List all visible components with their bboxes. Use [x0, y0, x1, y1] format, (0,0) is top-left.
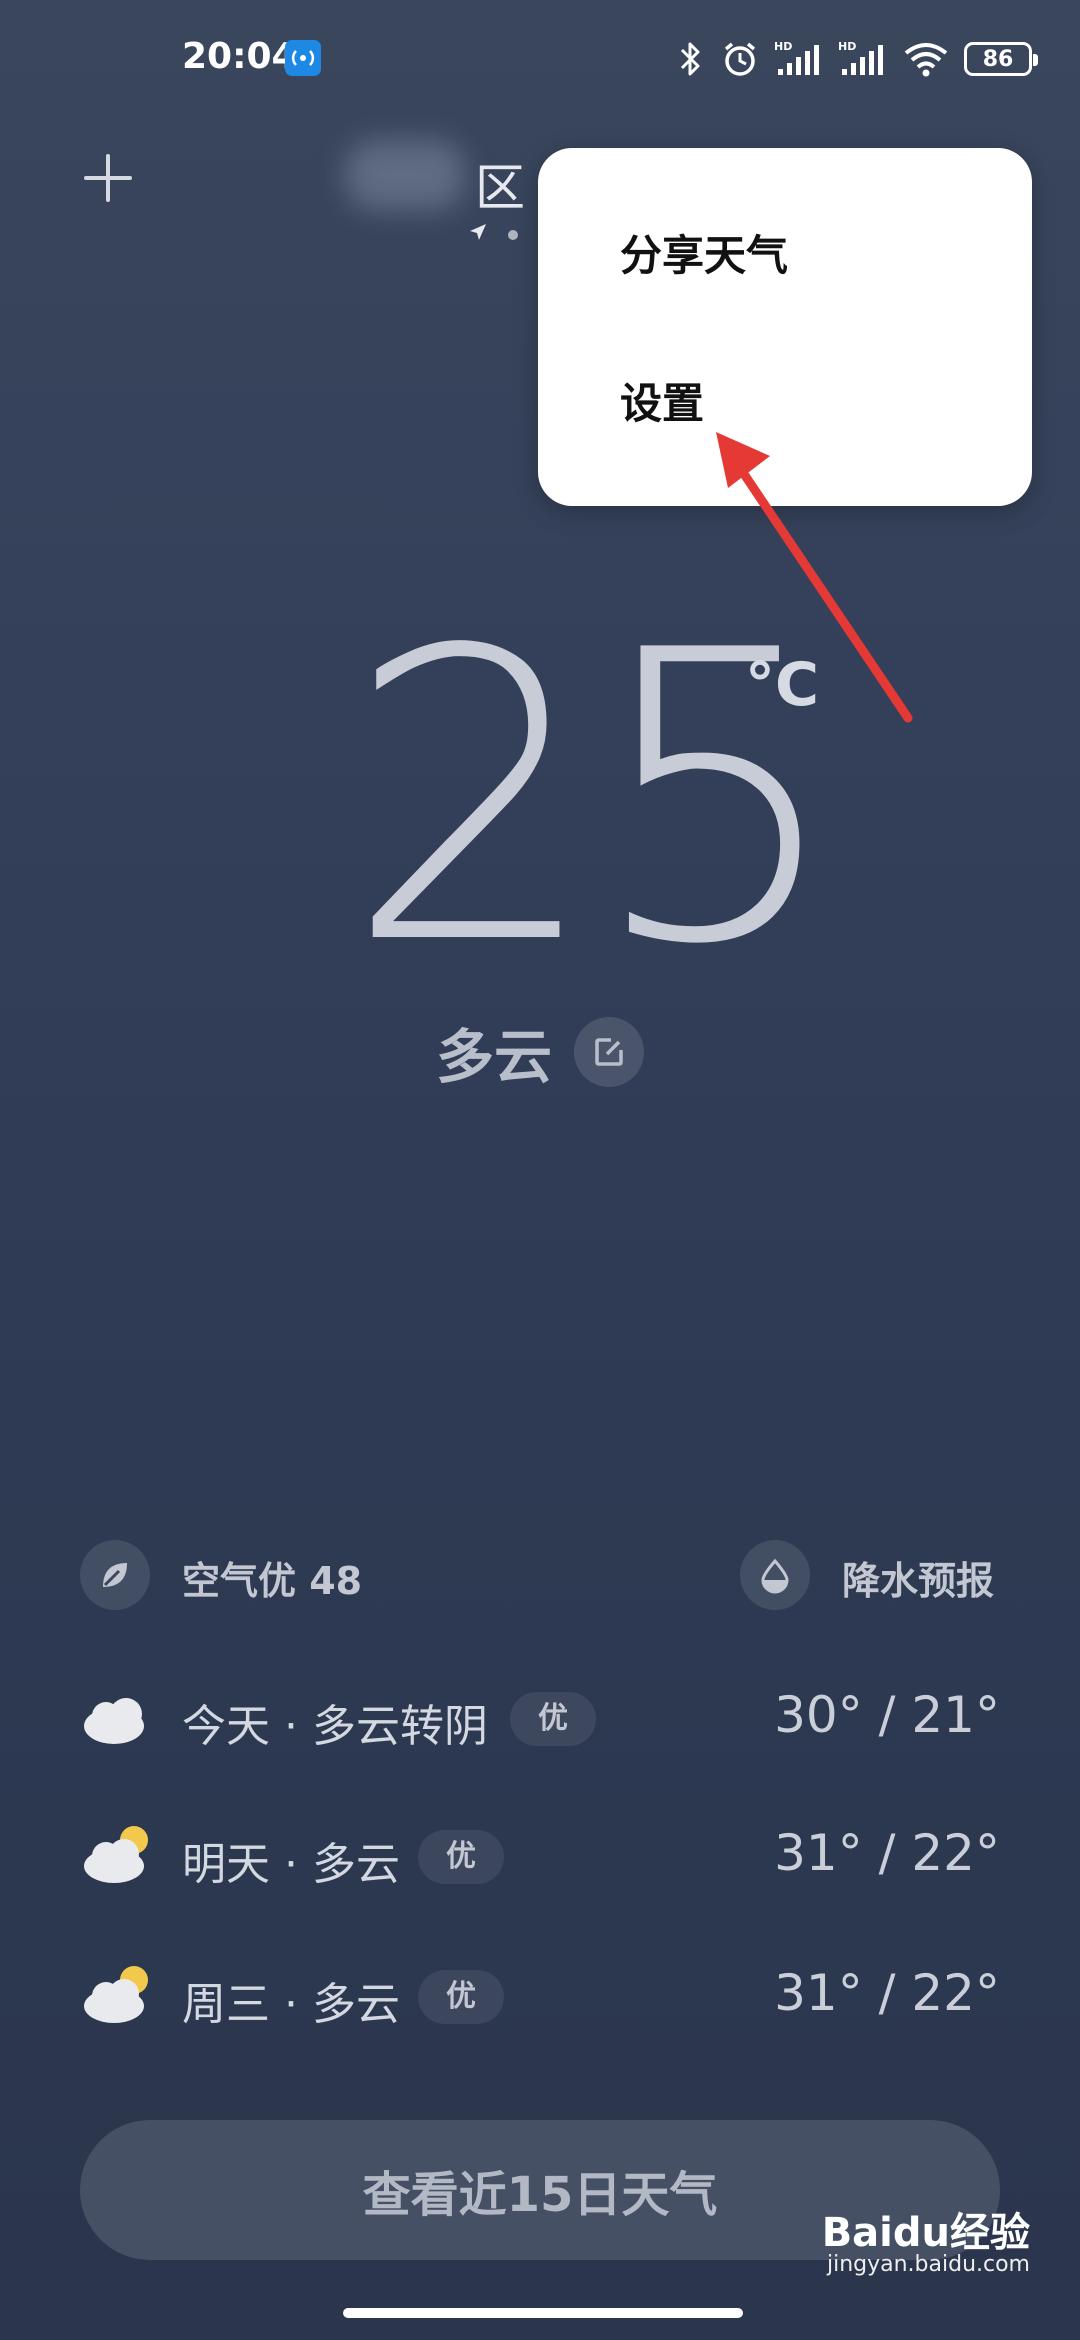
partly-cloudy-icon	[84, 1826, 148, 1883]
forecast-temp: 31° / 22°	[774, 1824, 1000, 1882]
forecast-day: 明天 · 多云	[182, 1839, 400, 1890]
forecast-temp: 31° / 22°	[774, 1964, 1000, 2022]
edit-condition-button[interactable]	[574, 1017, 644, 1087]
forecast-row[interactable]: 今天 · 多云转阴 优 30° / 21°	[80, 1680, 1000, 1760]
location-arrow-icon	[470, 224, 486, 240]
forecast-row[interactable]: 周三 · 多云 优 31° / 22°	[80, 1958, 1000, 2038]
status-time: 20:04	[182, 36, 297, 77]
air-quality-label[interactable]: 空气优 48	[182, 1550, 362, 1605]
menu-item-share-weather[interactable]: 分享天气	[620, 222, 788, 283]
baidu-watermark: Baidu经验 jingyan.baidu.com	[821, 2200, 1030, 2277]
leaf-icon	[103, 1563, 127, 1587]
info-row: 空气优 48 降水预报	[80, 1540, 1000, 1610]
current-condition: 多云	[435, 1023, 552, 1091]
wifi-icon	[904, 43, 948, 77]
water-drop-icon	[761, 1558, 789, 1594]
forecast-row[interactable]: 明天 · 多云 优 31° / 22°	[80, 1818, 1000, 1898]
aqi-badge: 优	[418, 1970, 504, 2024]
condition-row: 多云	[0, 1010, 1080, 1094]
bluetooth-icon	[680, 42, 700, 76]
location-title[interactable]: 区	[475, 148, 525, 220]
svg-text:HD: HD	[838, 40, 856, 53]
forecast-day: 今天 · 多云转阴	[182, 1701, 488, 1752]
alarm-icon	[724, 42, 756, 76]
hotspot-icon	[285, 40, 321, 76]
partly-cloudy-icon	[84, 1966, 148, 2023]
signal-hd-icon-2: HD	[838, 40, 883, 75]
edit-icon	[595, 1038, 623, 1066]
forecast-day: 周三 · 多云	[182, 1979, 400, 2030]
home-indicator[interactable]	[343, 2308, 743, 2318]
watermark-logo: Baidu经验	[821, 2210, 1030, 2256]
temperature-unit: °C	[745, 650, 820, 720]
status-bar: 20:04 HD HD 86	[0, 0, 1080, 120]
location-name-blurred	[345, 140, 465, 210]
forecast-temp: 30° / 21°	[774, 1686, 1000, 1744]
page-indicator-dot	[508, 230, 518, 240]
aqi-badge: 优	[418, 1830, 504, 1884]
menu-item-settings[interactable]: 设置	[620, 370, 704, 431]
air-quality-button[interactable]	[80, 1540, 150, 1610]
svg-text:HD: HD	[774, 40, 792, 53]
signal-hd-icon: HD	[774, 40, 819, 75]
overflow-menu: 分享天气 设置	[538, 148, 1032, 506]
battery-indicator: 86	[964, 42, 1038, 76]
add-city-button[interactable]	[80, 150, 136, 206]
rain-forecast-label[interactable]: 降水预报	[842, 1550, 994, 1605]
cloudy-night-icon	[84, 1688, 144, 1744]
aqi-badge: 优	[510, 1692, 596, 1746]
status-icons: HD HD 86	[676, 34, 1038, 84]
watermark-url: jingyan.baidu.com	[826, 2252, 1030, 2277]
rain-forecast-button[interactable]	[740, 1540, 810, 1610]
